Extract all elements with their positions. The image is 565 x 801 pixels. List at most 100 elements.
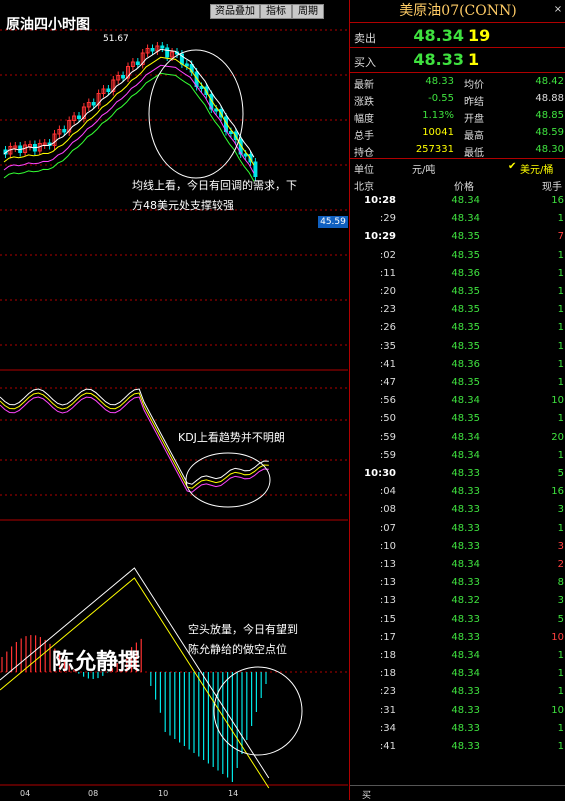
tick-price: 48.34 — [451, 195, 480, 206]
stat-row: 持仓 257331 最低 48.30 — [350, 142, 565, 159]
tick-row: :13 48.32 3 — [350, 592, 565, 610]
tick-time: :31 — [379, 704, 396, 716]
tick-price: 48.35 — [451, 249, 480, 261]
tick-price: 48.33 — [451, 504, 480, 516]
tick-row: :59 48.34 1 — [350, 447, 565, 465]
tick-row: :31 48.33 10 — [350, 702, 565, 720]
tick-time: 10:28 — [364, 195, 396, 206]
stat-label: 昨结 — [464, 97, 484, 108]
candle — [160, 45, 165, 49]
bid-label: 买入 — [354, 56, 376, 69]
candlestick-chart[interactable] — [0, 0, 348, 800]
unit-usd-option[interactable]: 美元/桶 — [520, 161, 553, 176]
check-icon: ✔ — [508, 161, 517, 172]
tick-time: :18 — [379, 668, 396, 680]
tick-volume: 1 — [557, 686, 564, 698]
tick-price: 48.34 — [451, 395, 480, 407]
tick-row: :29 48.34 1 — [350, 210, 565, 228]
kdj-annotation: KDJ上看趋势并不明朗 — [178, 431, 285, 444]
tick-row: :41 48.33 1 — [350, 738, 565, 756]
tick-volume: 5 — [557, 468, 564, 479]
tick-volume: 1 — [557, 522, 564, 534]
period-button[interactable]: 周期 — [292, 4, 324, 19]
bid-volume: 1 — [468, 50, 480, 69]
candle — [214, 108, 219, 112]
stat-value: 10041 — [422, 127, 454, 138]
tick-row: :23 48.35 1 — [350, 301, 565, 319]
x-axis-label: 04 — [20, 789, 31, 798]
tick-time: :41 — [379, 358, 396, 370]
unit-row: 单位 元/吨 ✔ 美元/桶 — [350, 159, 565, 176]
tick-volume: 1 — [557, 668, 564, 680]
overlay-button[interactable]: 资品叠加 — [210, 4, 260, 19]
tick-volume: 3 — [557, 504, 564, 516]
tick-time: :26 — [379, 322, 396, 334]
tick-price: 48.34 — [451, 650, 480, 661]
tick-volume: 1 — [557, 449, 564, 461]
time-column-header: 北京 — [354, 182, 374, 193]
tick-volume: 3 — [557, 595, 564, 607]
tick-volume: 1 — [557, 304, 564, 316]
tick-time: :50 — [379, 413, 396, 425]
tick-row: :02 48.35 1 — [350, 247, 565, 265]
tick-volume: 5 — [557, 613, 564, 625]
tick-price: 48.34 — [451, 668, 480, 680]
volume-column-header: 现手 — [542, 182, 562, 193]
contract-title: 美原油07(CONN) — [399, 3, 517, 19]
tick-price: 48.35 — [451, 286, 480, 297]
bottom-tab[interactable]: 买 — [362, 788, 371, 801]
tick-row: :04 48.33 16 — [350, 483, 565, 501]
tick-time: :11 — [379, 267, 396, 279]
macd-annotation-line1: 空头放量，今日有望到 — [188, 623, 298, 636]
quote-panel: 美原油07(CONN) × 卖出 48.34 19 买入 48.33 1 最新 4… — [349, 0, 565, 801]
ma-annotation-line1: 均线上看，今日有回调的需求，下 — [132, 179, 297, 192]
macd-line — [0, 577, 270, 789]
tick-time: :02 — [379, 249, 396, 261]
chart-panel[interactable]: 原油四小时图 资品叠加 指标 周期 51.67 45.59 均线上看，今日有回调… — [0, 0, 348, 800]
tick-volume: 1 — [557, 249, 564, 261]
tick-price: 48.33 — [451, 486, 480, 498]
tick-time: :59 — [379, 431, 396, 443]
stat-label: 均价 — [464, 80, 484, 91]
unit-yuan-option[interactable]: 元/吨 — [412, 161, 435, 176]
candle — [150, 48, 155, 52]
stat-label: 总手 — [354, 131, 374, 142]
tick-row: :47 48.35 1 — [350, 374, 565, 392]
bottom-tab-bar: 买 — [350, 785, 565, 801]
tick-row: :07 48.33 1 — [350, 520, 565, 538]
tick-volume: 2 — [557, 559, 564, 570]
tick-time: :59 — [379, 449, 396, 461]
tick-row: :34 48.33 1 — [350, 720, 565, 738]
x-axis-label: 10 — [158, 789, 169, 798]
candle — [121, 75, 126, 79]
tick-volume: 10 — [551, 395, 564, 407]
tick-volume: 7 — [557, 231, 564, 243]
candle — [184, 63, 189, 67]
stat-value: 48.30 — [535, 144, 564, 155]
moving-average-line — [3, 48, 255, 158]
divider — [350, 72, 565, 73]
tick-volume: 1 — [557, 213, 564, 225]
stat-value: 1.13% — [422, 110, 454, 121]
tick-row: :35 48.35 1 — [350, 338, 565, 356]
tick-volume: 3 — [557, 540, 564, 552]
candle — [228, 131, 233, 134]
stat-value: 48.59 — [535, 127, 564, 138]
tick-row: :26 48.35 1 — [350, 319, 565, 337]
tick-volume: 1 — [557, 722, 564, 734]
tick-row: :11 48.36 1 — [350, 265, 565, 283]
tick-volume: 1 — [557, 322, 564, 334]
ask-label: 卖出 — [354, 32, 376, 45]
stat-value: 48.88 — [535, 93, 564, 104]
tick-time: :47 — [379, 377, 396, 388]
divider — [350, 22, 565, 23]
tick-price: 48.35 — [451, 322, 480, 334]
close-icon[interactable]: × — [552, 4, 564, 16]
tick-time: 10:29 — [364, 231, 396, 243]
ask-row: 卖出 48.34 19 — [350, 26, 565, 48]
ask-price: 48.34 — [413, 26, 464, 45]
moving-average-line — [3, 64, 255, 174]
tick-volume: 20 — [551, 431, 564, 443]
indicator-button[interactable]: 指标 — [260, 4, 292, 19]
stat-row: 幅度 1.13% 开盘 48.85 — [350, 108, 565, 125]
